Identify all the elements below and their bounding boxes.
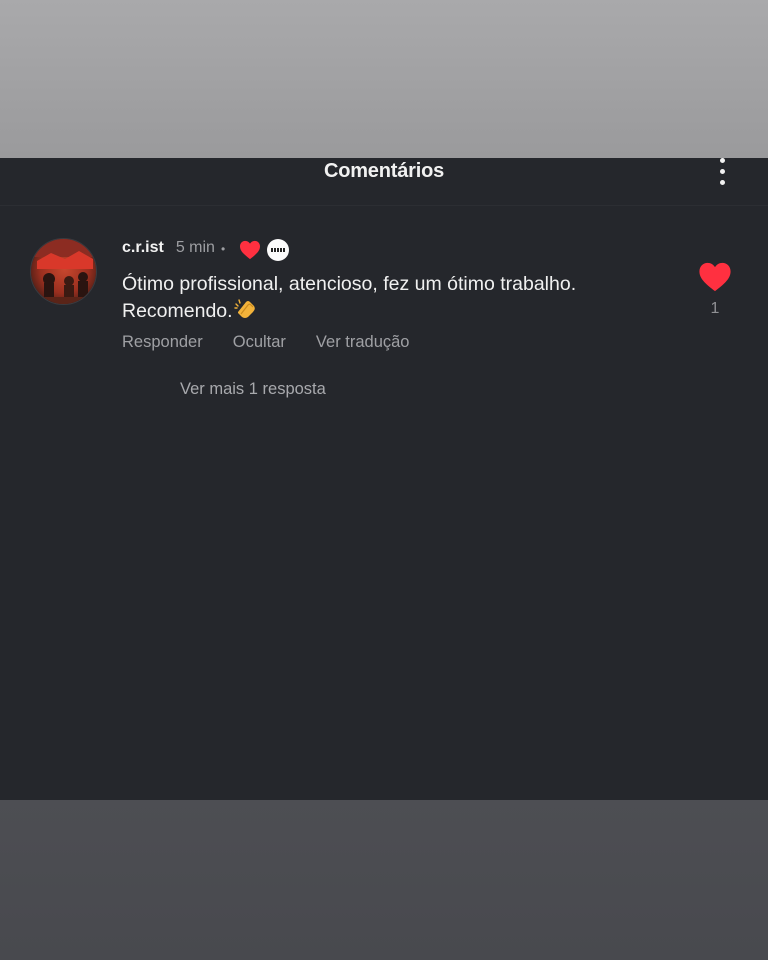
- bottom-letterbox: [0, 800, 768, 960]
- page-title: Comentários: [323, 160, 445, 182]
- more-options-button[interactable]: [710, 158, 734, 188]
- comment-text-line-1: Ótimo profissional, atencioso, fez um ót…: [122, 273, 577, 295]
- more-vertical-icon: [719, 158, 725, 163]
- comment-header: c.r.ist 5 min •: [122, 235, 290, 261]
- like-heart-icon[interactable]: [698, 261, 732, 293]
- comment-text-line-2-text: Recomendo.: [122, 300, 233, 322]
- like-count: 1: [710, 300, 720, 317]
- more-vertical-icon-dot: [719, 169, 725, 174]
- hide-button[interactable]: Ocultar: [233, 333, 286, 352]
- heart-icon: [240, 240, 261, 260]
- comments-header: Comentários: [0, 158, 768, 206]
- comment-text-line-2: Recomendo.: [122, 298, 662, 325]
- username[interactable]: c.r.ist: [122, 239, 164, 257]
- reply-button[interactable]: Responder: [122, 333, 203, 352]
- translate-button[interactable]: Ver tradução: [316, 333, 410, 352]
- avatar-image: [31, 239, 96, 304]
- more-vertical-icon-dot: [719, 180, 725, 185]
- timestamp: 5 min: [175, 239, 215, 256]
- avatar[interactable]: [30, 238, 97, 305]
- author-avatar-badge: [267, 239, 290, 261]
- author-badge-mark: [271, 248, 286, 252]
- separator-dot: •: [220, 242, 226, 256]
- clapping-hands-icon: [233, 299, 255, 318]
- comments-screen: Comentários c.r.ist 5 min • Ótimo profis…: [0, 158, 768, 800]
- top-letterbox: [0, 0, 768, 158]
- view-more-replies-button[interactable]: Ver mais 1 resposta: [180, 380, 326, 399]
- comment-actions: Responder Ocultar Ver tradução: [122, 333, 409, 352]
- comment-body: Ótimo profissional, atencioso, fez um ót…: [122, 271, 662, 325]
